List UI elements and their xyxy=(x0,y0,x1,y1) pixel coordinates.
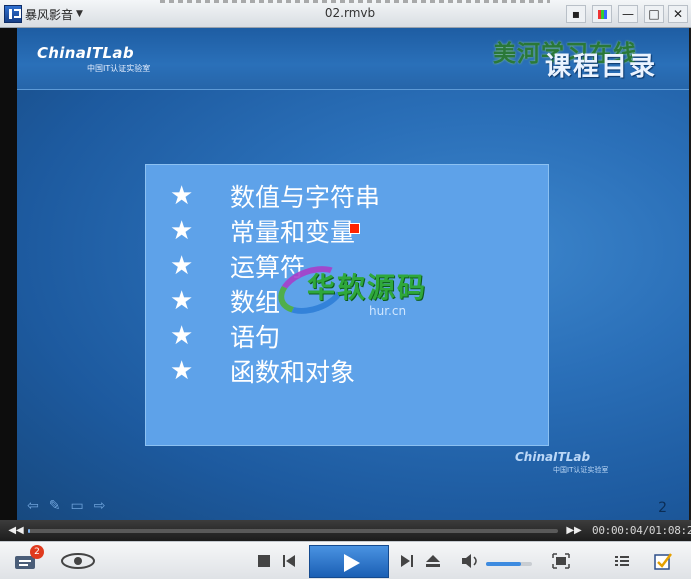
checklist-icon xyxy=(654,553,672,570)
eject-icon xyxy=(426,555,440,567)
seek-bar: ◀◀ ▶▶ 00:00:04/01:08:20 xyxy=(0,520,691,541)
video-left-border xyxy=(0,28,17,520)
brand-subtitle-small: 中国IT认证实验室 xyxy=(553,466,609,474)
stop-icon xyxy=(258,555,270,567)
star-icon: ★ xyxy=(170,216,194,246)
volume-button[interactable] xyxy=(461,552,481,570)
next-icon xyxy=(401,555,413,567)
star-icon: ★ xyxy=(170,181,194,211)
time-display: 00:00:04/01:08:20 xyxy=(592,524,691,537)
bullet-item: ★ 函数和对象 xyxy=(170,354,355,388)
slide-menu-icon: ▭ xyxy=(70,498,84,514)
stop-button[interactable] xyxy=(256,554,272,568)
watermark-url: hur.cn xyxy=(369,304,407,318)
seek-slider[interactable] xyxy=(28,529,558,533)
rewind-icon[interactable]: ◀◀ xyxy=(8,523,23,537)
list-button[interactable] xyxy=(613,553,631,569)
bullet-text: 数组 xyxy=(230,288,281,317)
previous-button[interactable] xyxy=(281,554,297,568)
bullet-item: ★ 数值与字符串 xyxy=(170,179,380,213)
bullet-text: 语句 xyxy=(230,323,281,352)
video-frame[interactable]: ChinaITLab 中国IT认证实验室 美河学习在线 课程目录 ★ 数值与字符… xyxy=(17,28,689,520)
bullet-text: 常量和变量 xyxy=(230,218,356,247)
page-number: 2 xyxy=(658,500,667,516)
skin-icon[interactable] xyxy=(592,5,612,23)
volume-slider[interactable] xyxy=(486,562,532,566)
slide-forward-icon: ⇨ xyxy=(93,498,106,514)
seek-progress xyxy=(28,529,30,533)
eject-button[interactable] xyxy=(424,553,442,569)
app-menu-button[interactable]: 暴风影音 ▼ xyxy=(4,4,94,24)
previous-icon xyxy=(283,555,295,567)
bullet-item: ★ 数组 xyxy=(170,284,280,318)
fullscreen-icon xyxy=(552,553,570,569)
control-bar: 2 xyxy=(0,541,691,579)
playlist-badge: 2 xyxy=(30,545,44,559)
list-icon xyxy=(615,556,629,566)
slide-title: 课程目录 xyxy=(544,52,657,82)
app-name: 暴风影音 xyxy=(25,7,74,22)
watermark-text: 华软源码 xyxy=(307,271,428,304)
title-bar[interactable]: 暴风影音 ▼ 02.rmvb ▪ — □ ✕ xyxy=(0,0,691,28)
bullet-text: 函数和对象 xyxy=(230,358,356,387)
fullscreen-button[interactable] xyxy=(551,552,571,570)
brand-logo-text: ChinaITLab xyxy=(37,44,134,62)
slide-brand: ChinaITLab 中国IT认证实验室 xyxy=(37,44,150,74)
chevron-down-icon: ▼ xyxy=(76,9,83,19)
bullet-text: 数值与字符串 xyxy=(230,183,381,212)
play-button[interactable] xyxy=(309,545,389,578)
baofeng-logo-icon xyxy=(4,5,22,23)
eye-button[interactable] xyxy=(58,551,98,571)
slide-nav-icons: ⇦ ✎ ▭ ⇨ xyxy=(27,498,105,514)
star-icon: ★ xyxy=(170,251,194,281)
window-title: 02.rmvb xyxy=(324,6,376,20)
volume-level xyxy=(486,562,521,566)
bullet-item: ★ 常量和变量 xyxy=(170,214,355,248)
next-button[interactable] xyxy=(399,554,415,568)
star-icon: ★ xyxy=(170,321,194,351)
watermark-center: 华软源码 hur.cn xyxy=(271,257,447,340)
close-icon[interactable]: ✕ xyxy=(668,5,688,23)
slide-pen-icon: ✎ xyxy=(48,498,61,514)
maximize-icon[interactable]: □ xyxy=(644,5,664,23)
comment-icon[interactable]: ▪ xyxy=(566,5,586,23)
bullet-item: ★ 语句 xyxy=(170,319,280,353)
media-player-window: 暴风影音 ▼ 02.rmvb ▪ — □ ✕ ChinaITLab 中国IT认证… xyxy=(0,0,691,579)
speaker-icon xyxy=(462,554,477,568)
brand-subtitle: 中国IT认证实验室 xyxy=(87,64,151,73)
minimize-icon[interactable]: — xyxy=(618,5,638,23)
background-text-strip xyxy=(160,0,550,3)
star-icon: ★ xyxy=(170,356,194,386)
brand-logo-small: ChinaITLab xyxy=(515,450,591,464)
eye-icon xyxy=(61,553,95,569)
fast-forward-icon[interactable]: ▶▶ xyxy=(566,523,581,537)
slide-back-icon: ⇦ xyxy=(27,498,39,514)
checklist-button[interactable] xyxy=(653,551,673,571)
star-icon: ★ xyxy=(170,286,194,316)
cursor-marker xyxy=(349,223,360,234)
